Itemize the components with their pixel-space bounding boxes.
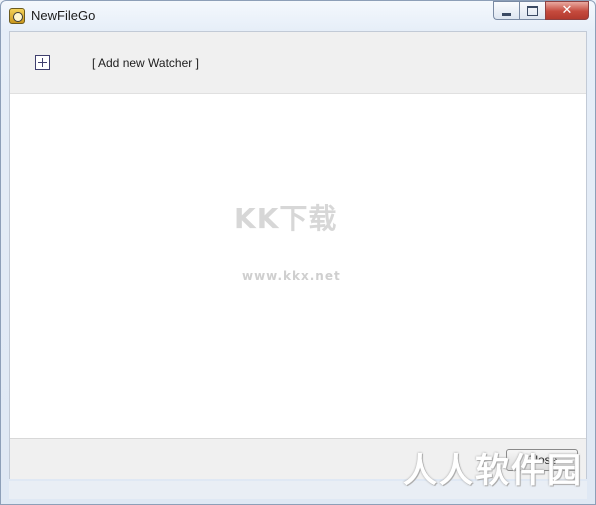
window-title: NewFileGo — [31, 8, 96, 23]
watcher-toolbar: [ Add new Watcher ] — [10, 32, 586, 94]
minimize-icon — [502, 12, 511, 16]
add-new-watcher-link[interactable]: [ Add new Watcher ] — [92, 56, 199, 70]
watermark-corner: 人人软件园 — [403, 451, 583, 491]
caption-buttons: ✕ — [493, 1, 589, 21]
app-eye-icon[interactable] — [9, 8, 25, 24]
maximize-button[interactable] — [519, 1, 545, 20]
plus-box-icon[interactable] — [35, 55, 50, 70]
maximize-icon — [527, 5, 538, 16]
app-window: NewFileGo ✕ [ Add new Watcher ] Close KK… — [0, 0, 596, 505]
close-window-button[interactable]: ✕ — [545, 1, 589, 20]
client-area: [ Add new Watcher ] Close — [9, 31, 587, 479]
watermark-url: www.kkx.net — [242, 269, 341, 283]
watermark-kk: KK下载 — [234, 202, 338, 235]
watcher-list — [10, 94, 586, 438]
title-bar[interactable]: NewFileGo ✕ — [1, 1, 595, 31]
minimize-button[interactable] — [493, 1, 519, 20]
close-icon: ✕ — [561, 3, 573, 18]
